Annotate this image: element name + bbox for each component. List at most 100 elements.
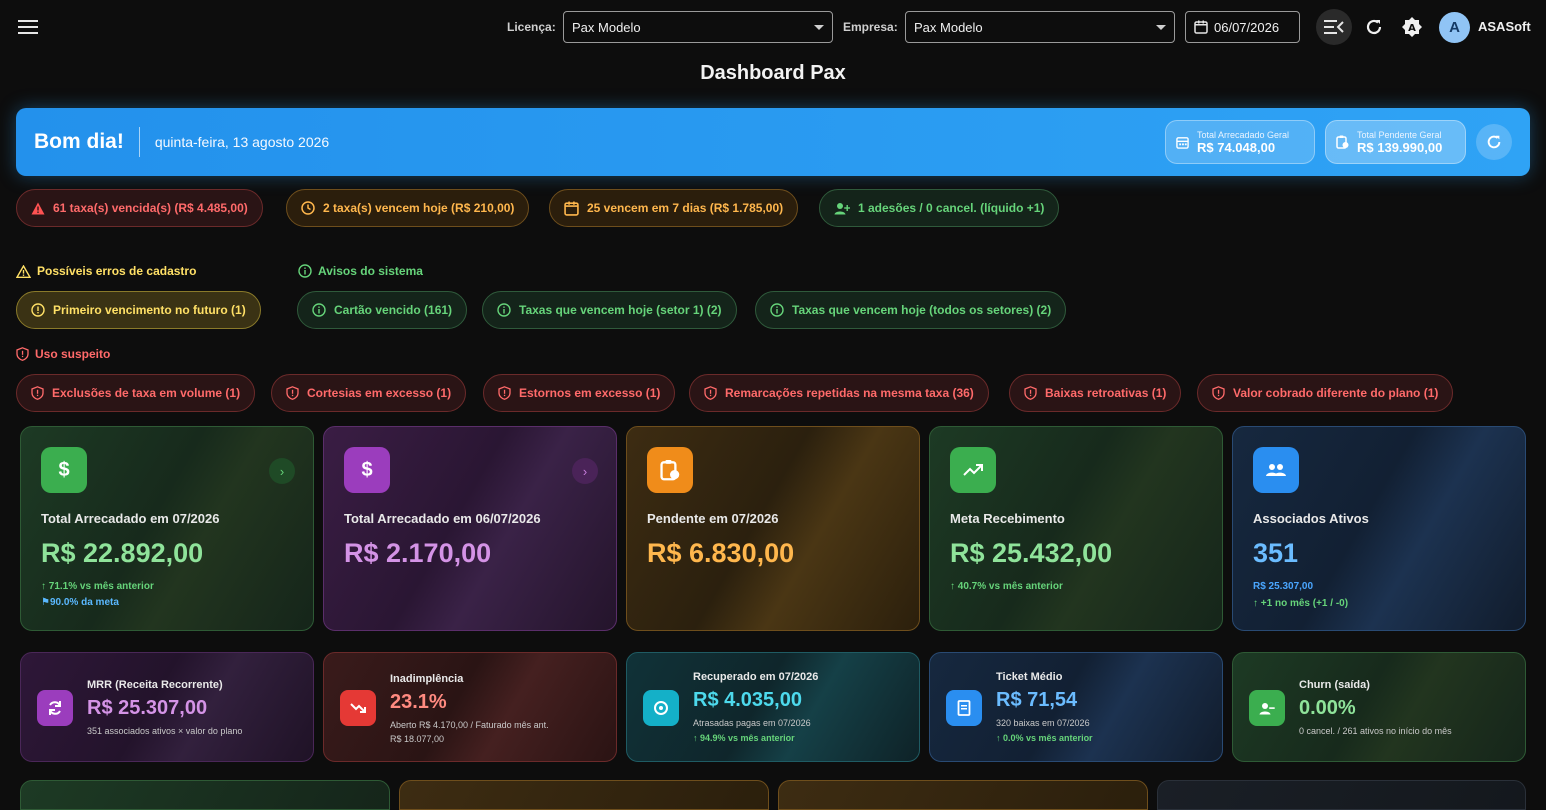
warning-icon <box>31 202 45 214</box>
page-title: Dashboard Pax <box>700 62 846 84</box>
chip-text: Valor cobrado diferente do plano (1) <box>1233 386 1439 400</box>
info-icon <box>312 303 326 317</box>
kpi-card-meta-recebimento[interactable]: Meta Recebimento R$ 25.432,00 ↑ 40.7% vs… <box>929 426 1223 631</box>
total-arrecadado-value: R$ 74.048,00 <box>1197 139 1276 155</box>
alert-vencem-7-dias[interactable]: 25 vencem em 7 dias (R$ 1.785,00) <box>549 189 799 227</box>
kpi-trend-text: +1 no mês (+1 / -0) <box>1260 598 1349 609</box>
refresh-icon <box>1487 135 1501 149</box>
recovery-icon <box>643 690 679 726</box>
suspeito-baixas-retroativas[interactable]: Baixas retroativas (1) <box>1009 374 1182 412</box>
greeting-date: quinta-feira, 13 agosto 2026 <box>154 134 330 150</box>
kpi-trend: ↑ +1 no mês (+1 / -0) <box>1253 598 1349 609</box>
kpi-trend: ↑ 71.1% vs mês anterior <box>41 581 154 592</box>
kpi-value: R$ 2.170,00 <box>344 538 492 568</box>
card-value: 0.00% <box>1299 697 1356 719</box>
suspeito-exclusoes[interactable]: Exclusões de taxa em volume (1) <box>16 374 256 412</box>
kpi-card-associados-ativos[interactable]: Associados Ativos 351 R$ 25.307,00 ↑ +1 … <box>1232 426 1526 631</box>
info-icon <box>770 303 784 317</box>
aviso-taxas-setor-1[interactable]: Taxas que vencem hoje (setor 1) (2) <box>482 291 737 329</box>
empresa-select[interactable]: Pax Modelo <box>905 11 1175 43</box>
chip-text: Primeiro vencimento no futuro (1) <box>53 303 246 317</box>
person-remove-icon <box>1249 690 1285 726</box>
hero-refresh-button[interactable] <box>1476 124 1512 160</box>
card-churn[interactable]: Churn (saída) 0.00% 0 cancel. / 261 ativ… <box>1232 652 1526 762</box>
kpi-value: R$ 6.830,00 <box>647 538 795 568</box>
kpi-card-total-arrecadado-dia[interactable]: $ › Total Arrecadado em 06/07/2026 R$ 2.… <box>323 426 617 631</box>
card-value: R$ 4.035,00 <box>693 689 802 711</box>
kpi-card-total-arrecadado-mes[interactable]: $ › Total Arrecadado em 07/2026 R$ 22.89… <box>20 426 314 631</box>
calendar-icon <box>564 201 579 216</box>
clock-icon <box>301 201 315 215</box>
warning-outline-icon <box>16 264 31 278</box>
date-picker[interactable]: 06/07/2026 <box>1185 11 1300 43</box>
card-inadimplencia[interactable]: Inadimplência 23.1% Aberto R$ 4.170,00 /… <box>323 652 617 762</box>
user-name[interactable]: ASASoft <box>1478 19 1531 34</box>
kpi-label: Total Arrecadado em 07/2026 <box>41 511 220 526</box>
card-sub: 351 associados ativos × valor do plano <box>87 726 243 736</box>
kpi-value: 351 <box>1253 538 1299 568</box>
alert-text: 2 taxa(s) vencem hoje (R$ 210,00) <box>323 201 515 215</box>
licenca-label: Licença: <box>507 20 556 34</box>
svg-text:A: A <box>1408 23 1416 34</box>
cadastro-item-primeiro-vencimento[interactable]: Primeiro vencimento no futuro (1) <box>16 291 261 329</box>
shield-icon <box>498 386 511 400</box>
theme-toggle-button[interactable]: A <box>1394 9 1430 45</box>
chip-text: Cartão vencido (161) <box>334 303 453 317</box>
card-trend: ↑ 0.0% vs mês anterior <box>996 733 1093 743</box>
sync-icon <box>37 690 73 726</box>
collapse-menu-button[interactable] <box>1316 9 1352 45</box>
suspeito-valor-diferente[interactable]: Valor cobrado diferente do plano (1) <box>1197 374 1454 412</box>
top-bar: Licença: Pax Modelo Empresa: Pax Modelo … <box>0 0 1546 54</box>
card-sub: Atrasadas pagas em 07/2026 <box>693 718 811 728</box>
reload-button[interactable] <box>1356 9 1392 45</box>
receipt-icon <box>946 690 982 726</box>
card-sub-2: R$ 18.077,00 <box>390 734 445 744</box>
kpi-label: Meta Recebimento <box>950 511 1065 526</box>
chevron-right-icon[interactable]: › <box>269 458 295 484</box>
card-label: Churn (saída) <box>1299 679 1370 691</box>
card-label: MRR (Receita Recorrente) <box>87 679 223 691</box>
hamburger-menu-icon <box>18 20 38 34</box>
chip-text: Estornos em excesso (1) <box>519 386 661 400</box>
total-pendente-label: Total Pendente Geral <box>1357 129 1442 140</box>
chip-text: Taxas que vencem hoje (todos os setores)… <box>792 303 1052 317</box>
kpi-card-pendente[interactable]: Pendente em 07/2026 R$ 6.830,00 <box>626 426 920 631</box>
empresa-value: Pax Modelo <box>914 19 983 35</box>
kpi-mrr: R$ 25.307,00 <box>1253 581 1314 592</box>
suspeito-cortesias[interactable]: Cortesias em excesso (1) <box>271 374 467 412</box>
card-ticket-medio[interactable]: Ticket Médio R$ 71,54 320 baixas em 07/2… <box>929 652 1223 762</box>
person-add-icon <box>834 202 850 214</box>
shield-icon <box>16 347 29 361</box>
licenca-select[interactable]: Pax Modelo <box>563 11 833 43</box>
avatar[interactable]: A <box>1439 12 1470 43</box>
alert-adesoes[interactable]: 1 adesões / 0 cancel. (líquido +1) <box>819 189 1060 227</box>
card-mrr[interactable]: MRR (Receita Recorrente) R$ 25.307,00 35… <box>20 652 314 762</box>
kpi-meta: ⚑90.0% da meta <box>41 597 119 608</box>
shield-icon <box>1212 386 1225 400</box>
date-value: 06/07/2026 <box>1214 19 1280 35</box>
card-label: Recuperado em 07/2026 <box>693 671 819 683</box>
alert-vencem-hoje[interactable]: 2 taxa(s) vencem hoje (R$ 210,00) <box>286 189 530 227</box>
brightness-auto-icon: A <box>1402 17 1422 37</box>
card-recuperado[interactable]: Recuperado em 07/2026 R$ 4.035,00 Atrasa… <box>626 652 920 762</box>
menu-button[interactable] <box>14 14 42 40</box>
card-partial <box>399 780 769 810</box>
alert-text: 25 vencem em 7 dias (R$ 1.785,00) <box>587 201 784 215</box>
section-cadastro-title: Possíveis erros de cadastro <box>16 264 196 278</box>
suspeito-remarcacoes[interactable]: Remarcações repetidas na mesma taxa (36) <box>689 374 989 412</box>
aviso-taxas-todos-setores[interactable]: Taxas que vencem hoje (todos os setores)… <box>755 291 1067 329</box>
info-icon <box>497 303 511 317</box>
kpi-label: Total Arrecadado em 06/07/2026 <box>344 511 541 526</box>
card-partial <box>778 780 1148 810</box>
total-pendente-value: R$ 139.990,00 <box>1357 139 1443 155</box>
trending-up-icon <box>950 447 996 493</box>
aviso-cartao-vencido[interactable]: Cartão vencido (161) <box>297 291 468 329</box>
dollar-icon: $ <box>41 447 87 493</box>
alert-taxas-vencidas[interactable]: 61 taxa(s) vencida(s) (R$ 4.485,00) <box>16 189 263 227</box>
suspeito-estornos[interactable]: Estornos em excesso (1) <box>483 374 676 412</box>
chevron-right-icon[interactable]: › <box>572 458 598 484</box>
clipboard-clock-icon <box>1336 135 1349 149</box>
clipboard-clock-icon <box>647 447 693 493</box>
chip-text: Remarcações repetidas na mesma taxa (36) <box>725 386 974 400</box>
card-sub: 0 cancel. / 261 ativos no início do mês <box>1299 726 1452 736</box>
